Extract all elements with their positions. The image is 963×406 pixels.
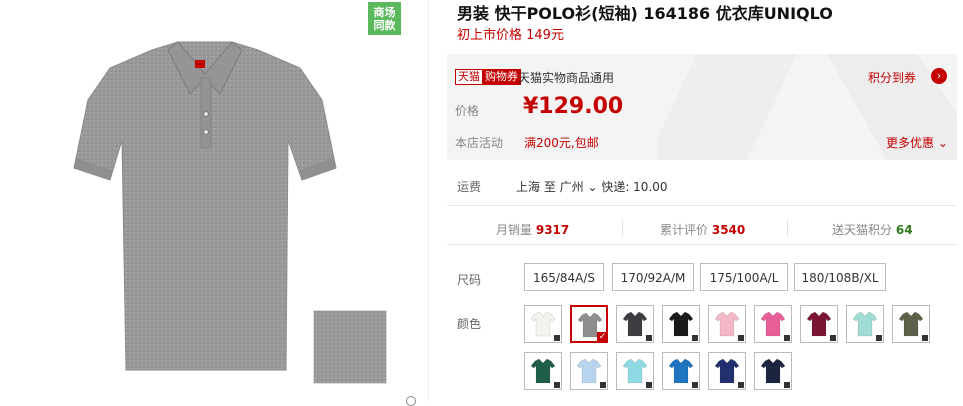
price-label: 价格 xyxy=(455,104,480,118)
tshirt-icon xyxy=(531,358,555,384)
tshirt-icon xyxy=(623,311,647,337)
color-swatch-pink[interactable] xyxy=(754,305,792,343)
shipping-destination-selector[interactable]: 上海 至 广州 ⌄ 快递: 10.00 xyxy=(516,178,668,195)
swatch-corner-marker xyxy=(646,382,652,388)
color-swatch-wine[interactable] xyxy=(800,305,838,343)
color-swatch-blue[interactable] xyxy=(662,352,700,390)
tshirt-icon xyxy=(531,311,555,337)
product-gallery: 商场 同款 xyxy=(0,0,429,406)
store-activity-value: 满200元,包邮 xyxy=(524,136,599,150)
color-swatch-white[interactable] xyxy=(524,305,562,343)
tshirt-icon xyxy=(761,358,785,384)
swatch-corner-marker xyxy=(784,382,790,388)
monthly-sales: 月销量 9317 xyxy=(496,223,570,237)
swatch-corner-marker xyxy=(922,335,928,341)
swatch-corner-marker xyxy=(784,335,790,341)
price-panel: 天猫 购物券 天猫实物商品通用 积分到券 › 价格 ¥129.00 本店活动 满… xyxy=(447,54,957,160)
color-swatch-dark-green[interactable] xyxy=(524,352,562,390)
color-swatch-mint[interactable] xyxy=(846,305,884,343)
divider xyxy=(447,244,957,245)
coupon-description: 天猫实物商品通用 xyxy=(518,71,615,85)
tshirt-icon xyxy=(807,311,831,337)
swatch-corner-marker xyxy=(738,335,744,341)
color-label: 颜色 xyxy=(457,317,482,331)
swatch-corner-marker xyxy=(692,382,698,388)
tshirt-icon xyxy=(669,311,693,337)
chevron-down-icon: ⌄ xyxy=(934,136,948,150)
color-swatch-gray[interactable]: ✓ xyxy=(570,305,608,343)
coupon-tag: 购物券 xyxy=(482,69,521,85)
color-swatch-charcoal[interactable] xyxy=(616,305,654,343)
swatch-corner-marker xyxy=(554,335,560,341)
color-swatch-navy[interactable] xyxy=(754,352,792,390)
swatch-corner-marker xyxy=(738,382,744,388)
color-swatch-aqua[interactable] xyxy=(616,352,654,390)
tshirt-icon xyxy=(715,358,739,384)
more-deals-dropdown[interactable]: 更多优惠 ⌄ xyxy=(886,134,948,151)
swatch-corner-marker xyxy=(554,382,560,388)
color-swatch-black[interactable] xyxy=(662,305,700,343)
tshirt-icon xyxy=(761,311,785,337)
same-as-store-badge: 商场 同款 xyxy=(368,2,401,35)
tshirt-icon xyxy=(899,311,923,337)
size-label: 尺码 xyxy=(457,273,482,287)
tmall-points: 送天猫积分 64 xyxy=(832,223,913,237)
product-main-image[interactable] xyxy=(60,30,350,375)
color-swatch-light-pink[interactable] xyxy=(708,305,746,343)
magnifier-cursor-icon xyxy=(406,396,416,406)
tshirt-icon xyxy=(715,311,739,337)
chevron-right-icon[interactable]: › xyxy=(931,68,947,84)
points-to-coupon-link[interactable]: 积分到券 xyxy=(868,69,916,86)
tshirt-icon xyxy=(577,358,601,384)
product-title: 男装 快干POLO衫(短袖) 164186 优衣库UNIQLO xyxy=(457,4,833,23)
color-swatch-navy-blue[interactable] xyxy=(708,352,746,390)
tshirt-icon xyxy=(853,311,877,337)
total-reviews[interactable]: 累计评价 3540 xyxy=(660,221,745,238)
swatch-corner-marker xyxy=(876,335,882,341)
size-option[interactable]: 165/84A/S xyxy=(524,263,604,291)
color-swatch-light-blue[interactable] xyxy=(570,352,608,390)
fabric-detail-thumbnail[interactable] xyxy=(313,310,387,384)
size-option[interactable]: 180/108B/XL xyxy=(794,263,886,291)
checkmark-icon: ✓ xyxy=(597,332,608,343)
price-value: ¥129.00 xyxy=(523,94,624,119)
swatch-corner-marker xyxy=(600,382,606,388)
tshirt-icon xyxy=(669,358,693,384)
tshirt-icon xyxy=(623,358,647,384)
swatch-corner-marker xyxy=(830,335,836,341)
store-activity-label: 本店活动 xyxy=(455,136,504,150)
swatch-corner-marker xyxy=(692,335,698,341)
swatch-corner-marker xyxy=(646,335,652,341)
original-price: 初上市价格 149元 xyxy=(457,28,564,43)
tmall-tag: 天猫 xyxy=(455,69,483,85)
size-option[interactable]: 170/92A/M xyxy=(612,263,694,291)
size-option[interactable]: 175/100A/L xyxy=(700,263,788,291)
divider xyxy=(622,220,623,236)
shipping-label: 运费 xyxy=(457,180,482,194)
divider xyxy=(447,205,957,206)
divider xyxy=(787,220,788,236)
color-swatch-olive[interactable] xyxy=(892,305,930,343)
